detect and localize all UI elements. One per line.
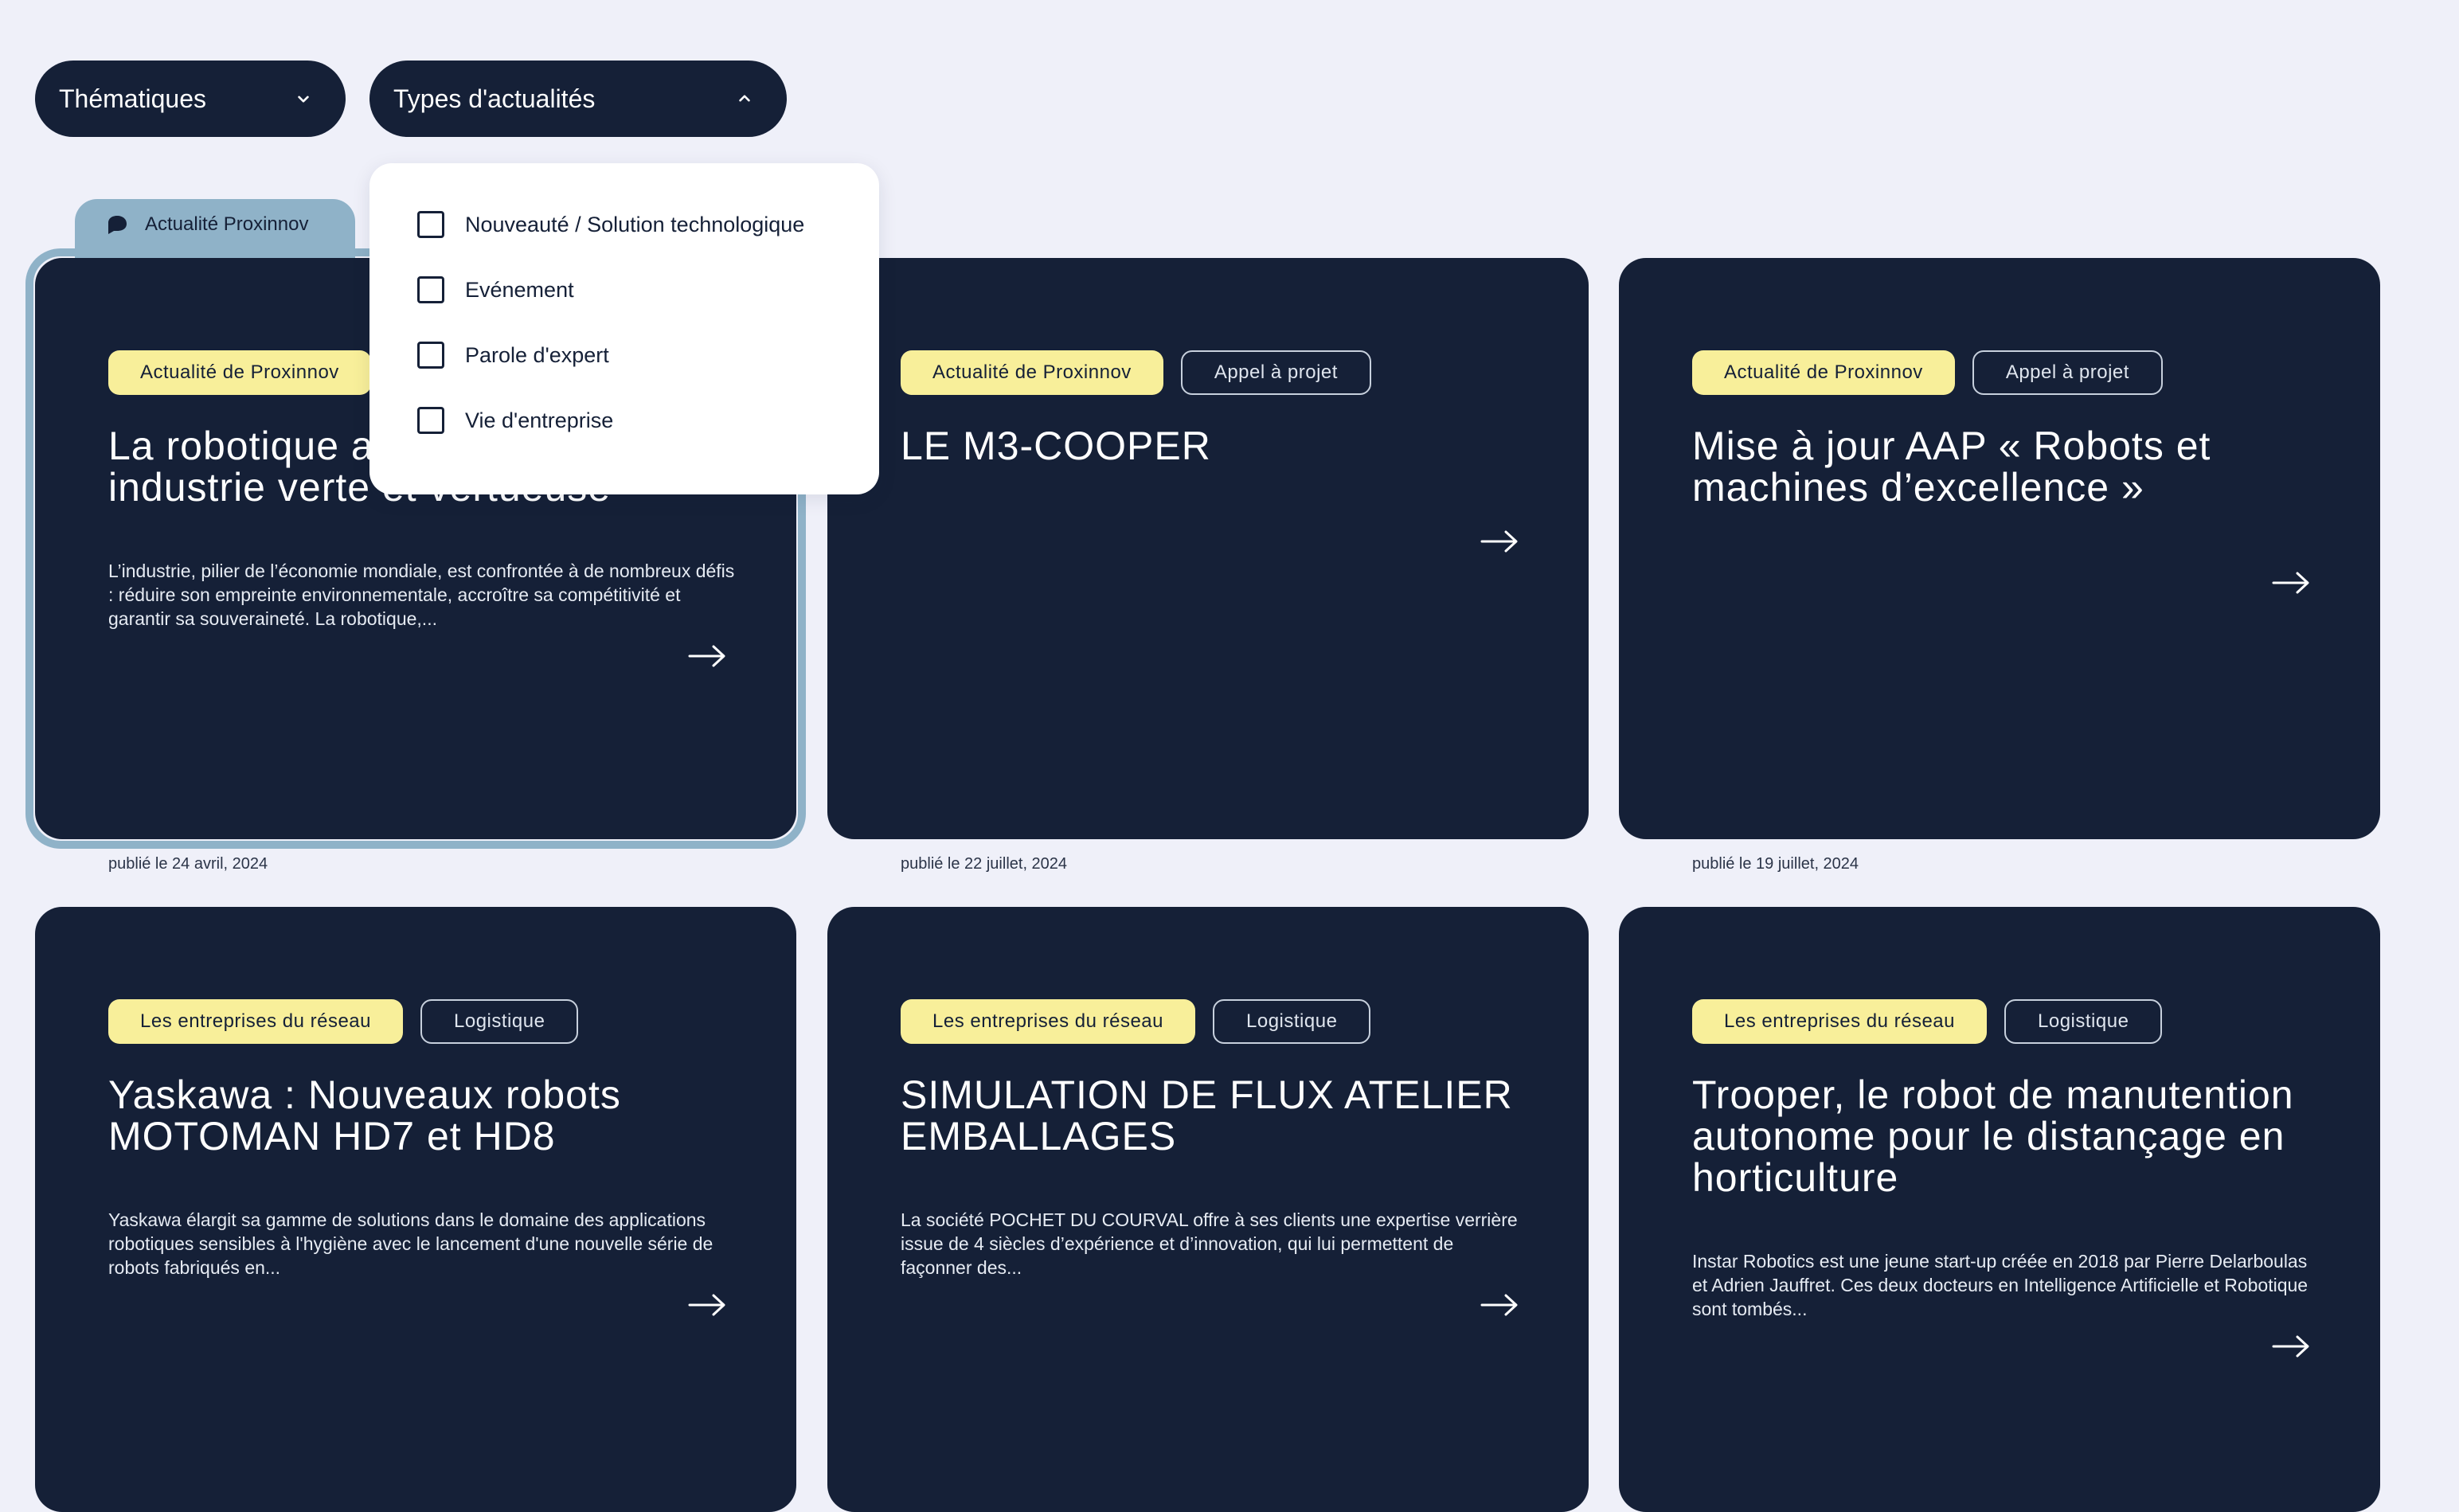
category-tag[interactable]: Les entreprises du réseau <box>1692 999 1987 1044</box>
chevron-down-icon <box>298 96 309 103</box>
card-excerpt: Yaskawa élargit sa gamme de solutions da… <box>108 1209 713 1278</box>
card-title[interactable]: Yaskawa : Nouveaux robots MOTOMAN HD7 et… <box>108 1074 745 1157</box>
arrow-right-icon[interactable] <box>2272 1334 2310 1359</box>
news-card[interactable]: Les entreprises du réseau Logistique SIM… <box>827 907 1589 1512</box>
news-card[interactable]: Les entreprises du réseau Logistique Yas… <box>35 907 796 1512</box>
publish-date: publié le 24 avril, 2024 <box>108 855 268 873</box>
news-card[interactable]: Actualité de Proxinnov Appel à projet Mi… <box>1619 258 2380 839</box>
type-tag[interactable]: Logistique <box>1213 999 1371 1044</box>
card-excerpt: La société POCHET DU COURVAL offre à ses… <box>901 1209 1518 1278</box>
card-tags: Actualité de Proxinnov Appel à projet <box>901 350 1371 395</box>
type-tag[interactable]: Logistique <box>420 999 579 1044</box>
card-title[interactable]: LE M3-COOPER <box>901 425 1538 467</box>
thematiques-filter-button[interactable]: Thématiques <box>35 61 346 137</box>
arrow-right-icon[interactable] <box>688 1292 726 1318</box>
featured-badge-label: Actualité Proxinnov <box>145 213 309 235</box>
card-excerpt: Instar Robotics est une jeune start-up c… <box>1692 1251 2308 1319</box>
thematiques-filter-label: Thématiques <box>59 84 206 113</box>
card-title[interactable]: SIMULATION DE FLUX ATELIER EMBALLAGES <box>901 1074 1538 1157</box>
type-tag[interactable]: Appel à projet <box>1972 350 2163 395</box>
checkbox[interactable] <box>417 342 444 369</box>
proxinnov-logo-icon <box>108 216 127 234</box>
types-dropdown-menu: Nouveauté / Solution technologique Evéne… <box>369 163 879 494</box>
type-option-vie-entreprise[interactable]: Vie d'entreprise <box>417 407 613 434</box>
types-filter-label: Types d'actualités <box>393 84 596 113</box>
arrow-right-icon[interactable] <box>688 643 726 669</box>
arrow-right-icon[interactable] <box>2272 570 2310 596</box>
publish-date: publié le 19 juillet, 2024 <box>1692 855 1859 873</box>
type-option-parole-expert[interactable]: Parole d'expert <box>417 342 609 369</box>
types-filter-button[interactable]: Types d'actualités <box>369 61 787 137</box>
type-option-label: Vie d'entreprise <box>465 408 614 432</box>
category-tag[interactable]: Les entreprises du réseau <box>108 999 403 1044</box>
arrow-right-icon[interactable] <box>1480 529 1519 554</box>
card-title[interactable]: Trooper, le robot de manutention autonom… <box>1692 1074 2329 1198</box>
news-card[interactable]: Actualité de Proxinnov Appel à projet LE… <box>827 258 1589 839</box>
checkbox[interactable] <box>417 276 444 303</box>
type-option-label: Parole d'expert <box>465 342 609 367</box>
publish-date: publié le 22 juillet, 2024 <box>901 855 1068 873</box>
news-card[interactable]: Les entreprises du réseau Logistique Tro… <box>1619 907 2380 1512</box>
type-option-label: Nouveauté / Solution technologique <box>465 212 805 236</box>
type-option-evenement[interactable]: Evénement <box>417 276 574 303</box>
card-tags: Actualité de Proxinnov <box>108 350 371 395</box>
checkbox[interactable] <box>417 407 444 434</box>
type-option-nouveaute[interactable]: Nouveauté / Solution technologique <box>417 211 804 238</box>
card-title[interactable]: Mise à jour AAP « Robots et machines d’e… <box>1692 425 2329 508</box>
type-tag[interactable]: Logistique <box>2004 999 2163 1044</box>
category-tag[interactable]: Les entreprises du réseau <box>901 999 1195 1044</box>
card-tags: Les entreprises du réseau Logistique <box>108 999 579 1044</box>
category-tag[interactable]: Actualité de Proxinnov <box>901 350 1163 395</box>
card-tags: Actualité de Proxinnov Appel à projet <box>1692 350 2163 395</box>
chevron-up-icon <box>739 95 750 102</box>
type-option-label: Evénement <box>465 277 574 302</box>
checkbox[interactable] <box>417 211 444 238</box>
category-tag[interactable]: Actualité de Proxinnov <box>1692 350 1955 395</box>
card-tags: Les entreprises du réseau Logistique <box>901 999 1371 1044</box>
category-tag[interactable]: Actualité de Proxinnov <box>108 350 371 395</box>
card-excerpt: L’industrie, pilier de l’économie mondia… <box>108 561 735 629</box>
type-tag[interactable]: Appel à projet <box>1180 350 1371 395</box>
arrow-right-icon[interactable] <box>1480 1292 1519 1318</box>
card-tags: Les entreprises du réseau Logistique <box>1692 999 2163 1044</box>
